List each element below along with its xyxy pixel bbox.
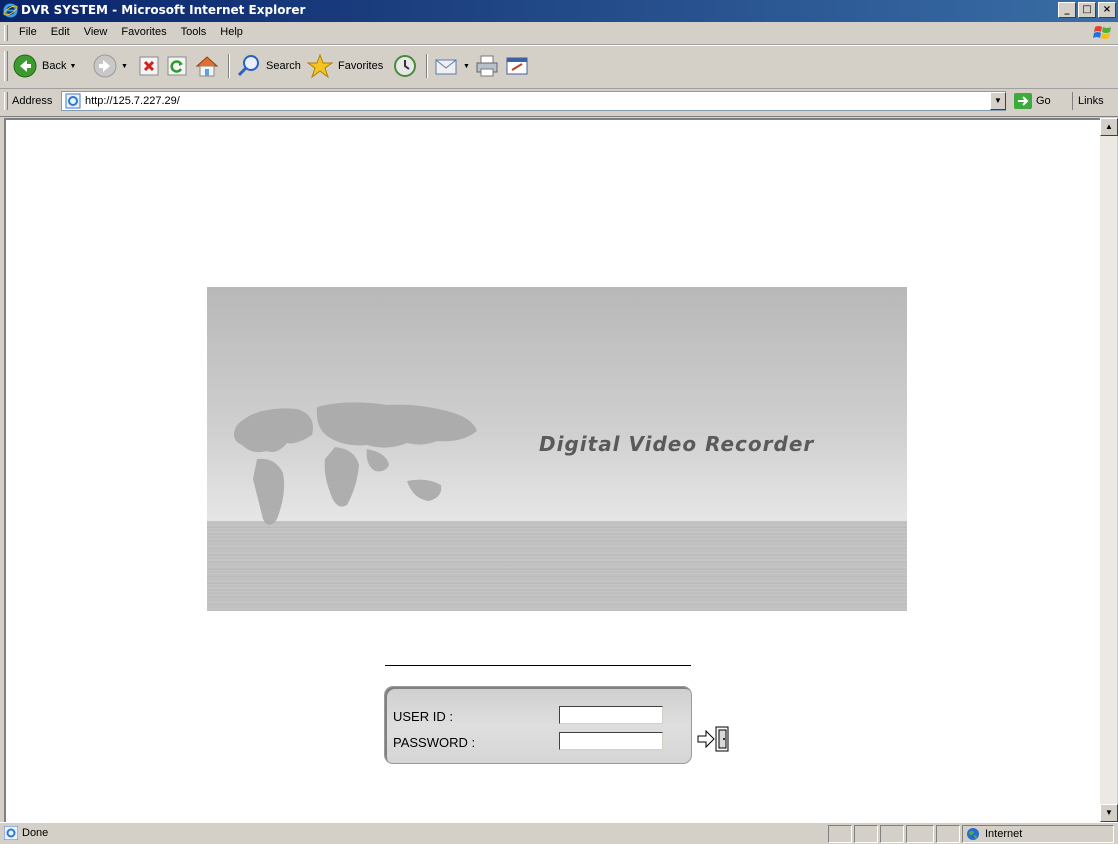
page-status-icon bbox=[4, 826, 18, 840]
vertical-scrollbar[interactable]: ▲ ▼ bbox=[1100, 118, 1118, 822]
user-id-label: USER ID : bbox=[393, 709, 453, 724]
mail-dropdown-icon[interactable]: ▼ bbox=[463, 63, 470, 70]
toolbar-separator bbox=[426, 54, 428, 78]
refresh-icon bbox=[167, 56, 187, 76]
window-controls: _ □ × bbox=[1058, 2, 1116, 18]
back-arrow-icon bbox=[13, 54, 37, 78]
edit-button[interactable] bbox=[504, 52, 530, 80]
status-panel bbox=[828, 825, 852, 843]
stop-icon bbox=[139, 56, 159, 76]
banner-title: Digital Video Recorder bbox=[539, 432, 815, 456]
links-button[interactable]: Links bbox=[1072, 92, 1104, 110]
address-dropdown-icon[interactable]: ▼ bbox=[990, 92, 1006, 110]
status-panel bbox=[854, 825, 878, 843]
maximize-button[interactable]: □ bbox=[1078, 2, 1096, 18]
menu-tools[interactable]: Tools bbox=[174, 26, 214, 38]
edit-icon bbox=[506, 57, 528, 75]
search-icon bbox=[237, 55, 259, 77]
forward-dropdown-icon[interactable]: ▼ bbox=[121, 63, 128, 70]
enter-door-icon[interactable] bbox=[696, 725, 732, 753]
scroll-down-icon[interactable]: ▼ bbox=[1100, 804, 1118, 822]
history-icon bbox=[394, 55, 416, 77]
world-map-image bbox=[233, 402, 477, 525]
home-icon bbox=[195, 56, 219, 77]
forward-button[interactable]: ▼ bbox=[92, 52, 128, 80]
go-label: Go bbox=[1036, 95, 1051, 107]
stop-button[interactable] bbox=[138, 52, 160, 80]
status-panel bbox=[906, 825, 934, 843]
menu-edit[interactable]: Edit bbox=[44, 26, 77, 38]
forward-arrow-icon bbox=[93, 54, 117, 78]
back-label: Back bbox=[42, 60, 67, 72]
page-icon bbox=[65, 93, 81, 109]
internet-globe-icon bbox=[967, 828, 979, 840]
windows-logo-icon bbox=[1093, 26, 1111, 39]
mail-button[interactable]: ▼ bbox=[434, 52, 470, 80]
address-url: http://125.7.227.29/ bbox=[85, 95, 180, 107]
back-button[interactable]: Back ▼ bbox=[12, 52, 76, 80]
status-bar: Done Internet bbox=[0, 822, 1118, 844]
back-dropdown-icon[interactable]: ▼ bbox=[69, 63, 76, 70]
scroll-up-icon[interactable]: ▲ bbox=[1100, 118, 1118, 136]
address-grip bbox=[4, 92, 8, 110]
go-button[interactable]: Go bbox=[1014, 92, 1051, 110]
login-panel: USER ID : PASSWORD : bbox=[384, 686, 692, 764]
print-icon bbox=[476, 55, 498, 77]
menu-help[interactable]: Help bbox=[213, 26, 250, 38]
go-arrow-icon bbox=[1014, 93, 1032, 109]
address-bar: Address http://125.7.227.29/ ▼ Go Links bbox=[0, 88, 1118, 117]
toolbar-grip bbox=[4, 51, 8, 81]
menu-favorites[interactable]: Favorites bbox=[114, 26, 173, 38]
favorites-star-icon bbox=[306, 53, 334, 79]
minimize-button[interactable]: _ bbox=[1058, 2, 1076, 18]
zone-label: Internet bbox=[985, 828, 1023, 840]
dvr-banner: Digital Video Recorder bbox=[207, 287, 907, 611]
favorites-label: Favorites bbox=[338, 60, 384, 72]
window-title: DVR SYSTEM - Microsoft Internet Explorer bbox=[21, 3, 306, 17]
menu-grip bbox=[4, 25, 8, 41]
status-panel bbox=[936, 825, 960, 843]
user-id-input[interactable] bbox=[559, 706, 663, 724]
search-label: Search bbox=[266, 60, 301, 72]
page-content: Digital Video Recorder USER ID : PASSWOR… bbox=[4, 118, 1102, 822]
security-zone: Internet bbox=[962, 825, 1114, 843]
address-input[interactable]: http://125.7.227.29/ bbox=[61, 91, 1006, 111]
address-label: Address bbox=[12, 95, 53, 107]
login-divider bbox=[385, 665, 691, 666]
refresh-button[interactable] bbox=[166, 52, 188, 80]
title-bar: DVR SYSTEM - Microsoft Internet Explorer… bbox=[0, 0, 1118, 22]
menu-file[interactable]: File bbox=[12, 26, 44, 38]
favorites-button[interactable]: Favorites bbox=[306, 52, 383, 80]
menu-view[interactable]: View bbox=[77, 26, 115, 38]
status-panel bbox=[880, 825, 904, 843]
history-button[interactable] bbox=[392, 52, 418, 80]
mail-icon bbox=[435, 59, 457, 75]
menu-bar: File Edit View Favorites Tools Help bbox=[0, 22, 1118, 45]
toolbar-separator bbox=[228, 54, 230, 78]
search-button[interactable]: Search bbox=[236, 52, 301, 80]
home-button[interactable] bbox=[194, 52, 220, 80]
close-button[interactable]: × bbox=[1098, 2, 1116, 18]
ie-logo-icon bbox=[3, 3, 18, 18]
status-text: Done bbox=[22, 827, 49, 839]
print-button[interactable] bbox=[474, 52, 500, 80]
password-input[interactable] bbox=[559, 732, 663, 750]
password-label: PASSWORD : bbox=[393, 735, 476, 750]
standard-toolbar: Back ▼ ▼ Search Favorites ▼ bbox=[0, 45, 1118, 89]
